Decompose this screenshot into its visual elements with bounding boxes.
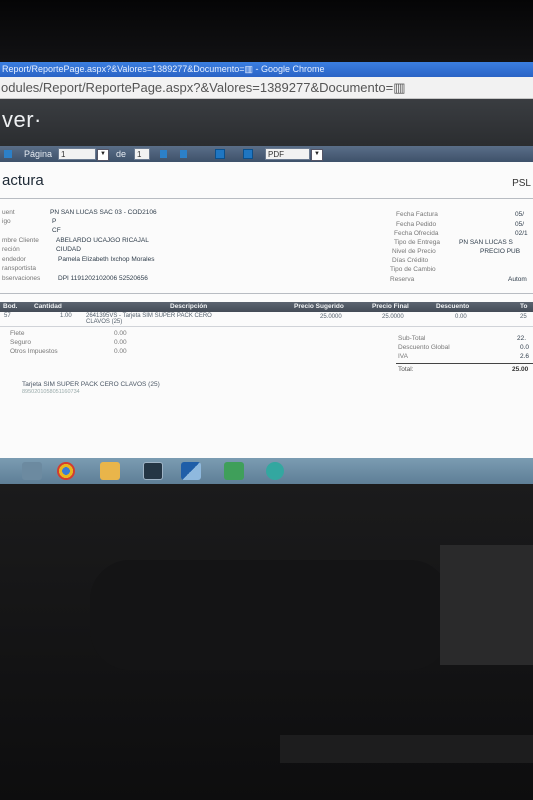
info-divider xyxy=(0,293,533,294)
field-label: Fecha Factura xyxy=(396,211,438,218)
field-label: uent xyxy=(2,209,15,216)
summary-value: 0.0 xyxy=(520,344,530,351)
cell-bod: 57 xyxy=(4,313,11,319)
app-icon[interactable] xyxy=(143,462,163,480)
items-table-header: Bod. Cantidad Descripción Precio Sugerid… xyxy=(0,302,533,312)
column-header: To xyxy=(520,303,528,310)
export-format-select[interactable]: PDF xyxy=(265,148,310,160)
page-number-input[interactable]: 1 xyxy=(58,148,96,160)
monitor-screen: Report/ReportePage.aspx?&Valores=1389277… xyxy=(0,62,533,484)
field-label: endedor xyxy=(2,256,26,263)
field-label: mbre Cliente xyxy=(2,237,39,244)
cell-cantidad: 1.00 xyxy=(60,313,72,319)
summary-value: 22. xyxy=(517,335,527,342)
last-page-icon[interactable] xyxy=(180,150,187,158)
cell-precio-final: 25.0000 xyxy=(382,314,404,320)
field-label: Fecha Ofrecida xyxy=(394,230,439,237)
title-divider xyxy=(0,198,533,199)
field-value: P xyxy=(52,218,57,225)
summary-value: 2.6 xyxy=(520,353,530,360)
chrome-icon[interactable] xyxy=(57,462,75,480)
page-dropdown-icon[interactable]: ▼ xyxy=(97,149,109,161)
field-label: Reserva xyxy=(390,276,415,283)
report-title: actura xyxy=(2,172,44,189)
total-pages: 1 xyxy=(134,148,150,160)
next-page-icon[interactable] xyxy=(160,150,167,158)
field-value: 05/ xyxy=(515,211,525,218)
app-blue-icon[interactable] xyxy=(181,462,201,480)
app-logo: ver· xyxy=(2,107,42,132)
field-value: ABELARDO UCAJGO RICAJAL xyxy=(56,237,149,244)
column-header: Cantidad xyxy=(34,303,62,310)
charge-value: 0.00 xyxy=(114,330,127,337)
windows-taskbar xyxy=(0,458,533,484)
row-divider xyxy=(0,326,533,327)
excel-icon[interactable] xyxy=(224,462,244,480)
field-value: Pamela Elizabeth Ixchop Morales xyxy=(58,256,155,263)
field-label: igo xyxy=(2,218,11,225)
field-label: Nivel de Precio xyxy=(392,248,436,255)
first-page-icon[interactable] xyxy=(4,150,12,158)
cell-precio-sugerido: 25.0000 xyxy=(320,314,342,320)
item-note-serial: 8950201058051160734 xyxy=(22,389,80,395)
field-label: Tipo de Cambio xyxy=(390,266,436,273)
export-dropdown-icon[interactable]: ▼ xyxy=(311,149,323,161)
charge-label: Seguro xyxy=(10,339,31,346)
column-header: Descripción xyxy=(170,303,208,310)
summary-label: Sub-Total xyxy=(398,335,426,342)
page-label: Página xyxy=(24,149,53,159)
of-label: de xyxy=(116,149,127,159)
save-icon[interactable] xyxy=(215,149,225,159)
field-label: Días Crédito xyxy=(392,257,429,264)
field-value: PRECIO PUB xyxy=(480,248,521,255)
field-value: CIUDAD xyxy=(56,246,81,253)
cell-descripcion-cont: CLAVOS (25) xyxy=(86,319,123,325)
total-divider xyxy=(396,363,533,364)
address-url[interactable]: odules/Report/ReportePage.aspx?&Valores=… xyxy=(1,80,405,95)
field-label: Tipo de Entrega xyxy=(394,239,441,246)
cell-descuento: 0.00 xyxy=(455,314,467,320)
charge-value: 0.00 xyxy=(114,348,127,355)
report-toolbar: Página 1 ▼ de 1 PDF ▼ xyxy=(0,146,533,162)
keyboard xyxy=(280,735,533,763)
total-value: 25.00 xyxy=(512,366,529,373)
field-value: 05/ xyxy=(515,221,525,228)
field-label: ransportista xyxy=(2,265,36,272)
charge-label: Otros Impuestos xyxy=(10,348,58,355)
summary-label: Descuento Global xyxy=(398,344,450,351)
window-title: Report/ReportePage.aspx?&Valores=1389277… xyxy=(2,64,325,74)
field-value: Autom xyxy=(508,276,527,283)
field-label: bservaciones xyxy=(2,275,41,282)
column-header: Precio Final xyxy=(372,303,409,310)
monitor-stand xyxy=(90,560,450,670)
app-header: ver· xyxy=(0,99,533,146)
field-label: Fecha Pedido xyxy=(396,221,437,228)
field-value: CF xyxy=(52,227,61,234)
monitor-bezel-top xyxy=(0,0,533,62)
charge-value: 0.00 xyxy=(114,339,127,346)
total-label: Total: xyxy=(398,366,414,373)
item-note-title: Tarjeta SIM SUPER PACK CERO CLAVOS (25) xyxy=(22,381,160,388)
windows-explorer-icon[interactable] xyxy=(22,462,42,480)
field-value: DPI 1191202102006 52520656 xyxy=(58,275,148,282)
address-bar[interactable]: odules/Report/ReportePage.aspx?&Valores=… xyxy=(0,77,533,99)
print-icon[interactable] xyxy=(243,149,253,159)
report-code: PSL xyxy=(512,178,531,189)
paper-on-desk xyxy=(440,545,533,665)
column-header: Descuento xyxy=(436,303,470,310)
report-document: actura PSL uent PN SAN LUCAS SAC 03 - CO… xyxy=(0,162,533,458)
column-header: Bod. xyxy=(3,303,18,310)
column-header: Precio Sugerido xyxy=(294,303,344,310)
folder-icon[interactable] xyxy=(100,462,120,480)
field-value: PN SAN LUCAS SAC 03 - COD2106 xyxy=(50,209,157,216)
charge-label: Flete xyxy=(10,330,25,337)
field-label: reción xyxy=(2,246,20,253)
field-value: 02/1 xyxy=(515,230,528,237)
app-teal-icon[interactable] xyxy=(266,462,284,480)
browser-title-bar: Report/ReportePage.aspx?&Valores=1389277… xyxy=(0,62,533,77)
field-value: PN SAN LUCAS S xyxy=(459,239,513,246)
cell-total: 25 xyxy=(520,314,527,320)
summary-label: IVA xyxy=(398,353,408,360)
